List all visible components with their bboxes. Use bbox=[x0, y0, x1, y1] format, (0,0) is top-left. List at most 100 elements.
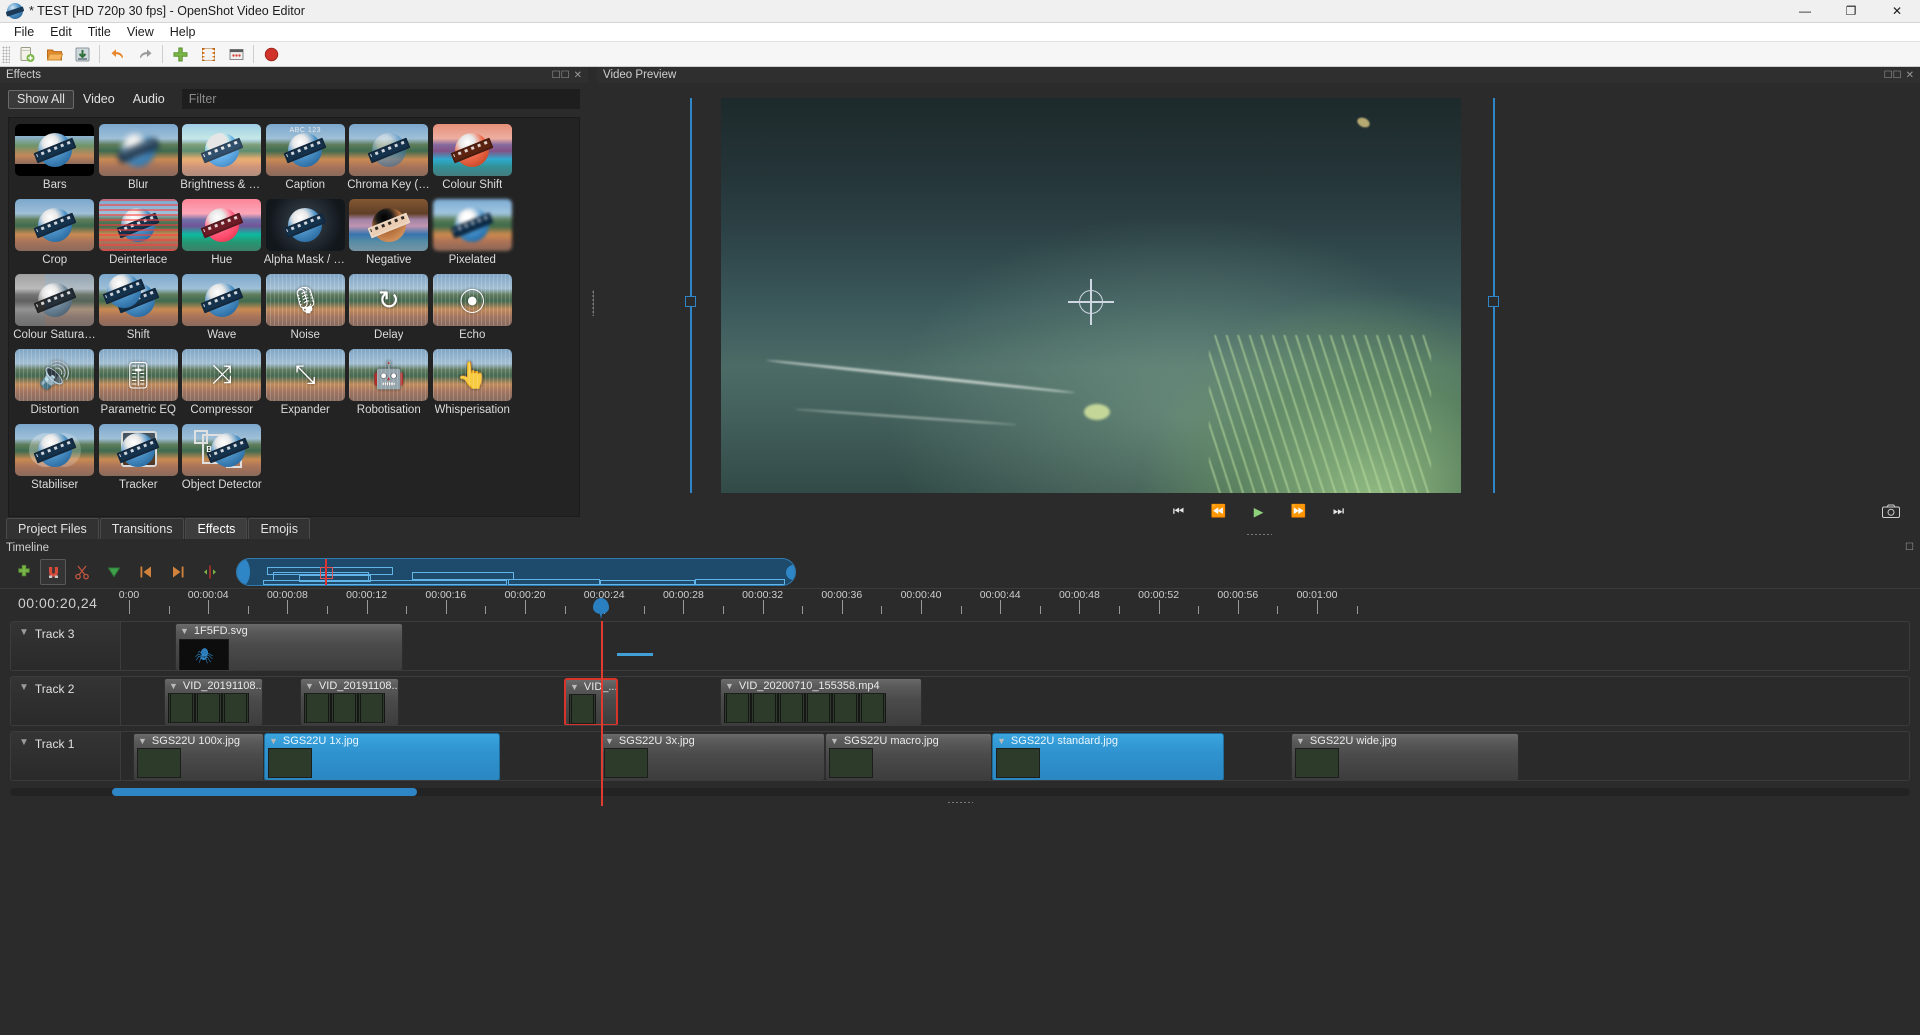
vertical-splitter[interactable] bbox=[588, 67, 597, 539]
timeline-clip[interactable]: ▼VID_20191108... bbox=[300, 678, 399, 726]
tab-project-files[interactable]: Project Files bbox=[6, 518, 99, 539]
effect-item[interactable]: Stabiliser bbox=[13, 424, 97, 499]
timeline-zoom-overview-slider[interactable] bbox=[236, 558, 796, 586]
preview-resize-handle[interactable] bbox=[597, 529, 1920, 539]
menu-bar[interactable]: File Edit Title View Help bbox=[0, 23, 1920, 42]
filter-audio-button[interactable]: Audio bbox=[124, 90, 174, 109]
add-marker-button[interactable] bbox=[98, 559, 130, 585]
jump-start-button[interactable]: ⏮ bbox=[1169, 501, 1189, 521]
effect-item[interactable]: 🎙Noise bbox=[264, 274, 348, 349]
chevron-down-icon[interactable]: ▼ bbox=[19, 627, 29, 639]
effect-thumbnail[interactable]: ABC 123 bbox=[266, 124, 345, 176]
export-video-icon[interactable] bbox=[257, 43, 285, 66]
effect-item[interactable]: Bars bbox=[13, 124, 97, 199]
timeline-ruler[interactable]: 00:00:20,24 0:0000:00:0400:00:0800:00:12… bbox=[0, 588, 1920, 616]
left-guide-handle[interactable] bbox=[685, 296, 696, 307]
main-toolbar[interactable] bbox=[0, 42, 1920, 67]
timeline-clip[interactable]: ▼VID_20200710_155358.mp4 bbox=[720, 678, 922, 726]
effect-item[interactable]: Brightness & Co... bbox=[180, 124, 264, 199]
effect-thumbnail[interactable] bbox=[15, 424, 94, 476]
timeline-clip[interactable]: ▼VID_20191108... bbox=[164, 678, 263, 726]
track-header[interactable]: ▼Track 3 bbox=[11, 622, 121, 670]
effect-thumbnail[interactable] bbox=[182, 274, 261, 326]
timeline-toolbar[interactable] bbox=[0, 556, 1920, 588]
effect-thumbnail[interactable] bbox=[182, 124, 261, 176]
choose-profile-icon[interactable] bbox=[194, 43, 222, 66]
play-button[interactable]: ▶ bbox=[1249, 501, 1269, 521]
effect-item[interactable]: ABC 123Caption bbox=[264, 124, 348, 199]
open-project-icon[interactable] bbox=[40, 43, 68, 66]
rewind-button[interactable]: ⏪ bbox=[1209, 501, 1229, 521]
effect-item[interactable]: Pixelated bbox=[431, 199, 515, 274]
chevron-down-icon[interactable]: ▼ bbox=[305, 681, 314, 691]
effect-thumbnail[interactable]: 🎚 bbox=[99, 349, 178, 401]
effect-thumbnail[interactable] bbox=[349, 199, 428, 251]
right-guide-handle[interactable] bbox=[1488, 296, 1499, 307]
float-dock-icon[interactable]: ☐☐ bbox=[552, 70, 570, 81]
menu-item-file[interactable]: File bbox=[6, 24, 42, 40]
effect-thumbnail[interactable] bbox=[99, 124, 178, 176]
effect-item[interactable]: ↻Delay bbox=[347, 274, 431, 349]
effect-item[interactable]: Colour Shift bbox=[431, 124, 515, 199]
menu-item-help[interactable]: Help bbox=[162, 24, 204, 40]
close-dock-icon[interactable]: ✕ bbox=[574, 70, 582, 81]
effect-item[interactable]: 🤖Robotisation bbox=[347, 349, 431, 424]
redo-icon[interactable] bbox=[131, 43, 159, 66]
effect-thumbnail[interactable] bbox=[99, 199, 178, 251]
effect-thumbnail[interactable]: ↻ bbox=[349, 274, 428, 326]
import-files-icon[interactable] bbox=[166, 43, 194, 66]
minimize-button[interactable]: — bbox=[1782, 0, 1828, 23]
menu-item-edit[interactable]: Edit bbox=[42, 24, 80, 40]
timeline-clip[interactable]: ▼SGS22U wide.jpg bbox=[1291, 733, 1519, 781]
timeline-track[interactable]: ▼Track 1▼SGS22U 100x.jpg▼SGS22U 1x.jpg▼S… bbox=[10, 731, 1910, 781]
effect-thumbnail[interactable] bbox=[15, 124, 94, 176]
effect-item[interactable]: Alpha Mask / W... bbox=[264, 199, 348, 274]
track-header[interactable]: ▼Track 2 bbox=[11, 677, 121, 725]
timeline-clip[interactable]: ▼SGS22U standard.jpg bbox=[992, 733, 1224, 781]
effect-item[interactable]: Deinterlace bbox=[97, 199, 181, 274]
effect-thumbnail[interactable] bbox=[15, 274, 94, 326]
zoom-handle-left[interactable] bbox=[237, 559, 250, 585]
jump-end-button[interactable]: ⏭ bbox=[1329, 501, 1349, 521]
effect-thumbnail[interactable]: 🤖 bbox=[349, 349, 428, 401]
maximize-button[interactable]: ❐ bbox=[1828, 0, 1874, 23]
new-project-icon[interactable] bbox=[12, 43, 40, 66]
tab-effects[interactable]: Effects bbox=[185, 518, 247, 539]
effect-item[interactable]: 🔊Distortion bbox=[13, 349, 97, 424]
chevron-down-icon[interactable]: ▼ bbox=[570, 682, 579, 692]
effect-thumbnail[interactable] bbox=[99, 274, 178, 326]
timeline-clip[interactable]: ▼SGS22U 3x.jpg bbox=[600, 733, 825, 781]
filter-show-all-button[interactable]: Show All bbox=[8, 90, 74, 109]
effect-thumbnail[interactable]: ⤡ bbox=[266, 349, 345, 401]
fast-forward-button[interactable]: ⏩ bbox=[1289, 501, 1309, 521]
timeline-track[interactable]: ▼Track 3 ▼1F5FD.svg🕷 bbox=[10, 621, 1910, 671]
effect-item[interactable]: Crop bbox=[13, 199, 97, 274]
effects-grid[interactable]: BarsBlurBrightness & Co...ABC 123Caption… bbox=[8, 117, 580, 517]
effect-thumbnail[interactable] bbox=[433, 199, 512, 251]
effect-thumbnail[interactable] bbox=[433, 124, 512, 176]
float-preview-icon[interactable]: ☐☐ bbox=[1884, 70, 1902, 81]
tab-transitions[interactable]: Transitions bbox=[100, 518, 185, 539]
chevron-down-icon[interactable]: ▼ bbox=[19, 682, 29, 694]
timeline-clip[interactable]: ▼SGS22U 100x.jpg bbox=[133, 733, 264, 781]
timeline-clip[interactable]: ▼1F5FD.svg🕷 bbox=[175, 623, 403, 671]
effect-item[interactable]: Wave bbox=[180, 274, 264, 349]
effect-item[interactable]: 👆Whisperisation bbox=[431, 349, 515, 424]
effect-item[interactable]: BETAObject Detector bbox=[180, 424, 264, 499]
snapshot-camera-icon[interactable] bbox=[1880, 501, 1902, 521]
playhead-marker[interactable] bbox=[593, 598, 609, 619]
scrollbar-thumb[interactable] bbox=[112, 788, 417, 796]
tab-emojis[interactable]: Emojis bbox=[248, 518, 310, 539]
add-track-button[interactable] bbox=[8, 559, 40, 585]
transport-controls[interactable]: ⏮ ⏪ ▶ ⏩ ⏭ bbox=[597, 493, 1920, 529]
effect-item[interactable]: Tracker bbox=[97, 424, 181, 499]
chevron-down-icon[interactable]: ▼ bbox=[138, 736, 147, 746]
dock-tab-bar[interactable]: Project FilesTransitionsEffectsEmojis bbox=[0, 517, 588, 539]
effect-item[interactable]: Blur bbox=[97, 124, 181, 199]
timeline-clip[interactable]: ▼SGS22U macro.jpg bbox=[825, 733, 992, 781]
undo-icon[interactable] bbox=[103, 43, 131, 66]
window-controls[interactable]: — ❐ ✕ bbox=[1782, 0, 1920, 23]
video-preview-area[interactable] bbox=[597, 83, 1920, 493]
timeline-track[interactable]: ▼Track 2 ▼VID_20191108... ▼VID_20191108...… bbox=[10, 676, 1910, 726]
effect-thumbnail[interactable] bbox=[15, 199, 94, 251]
